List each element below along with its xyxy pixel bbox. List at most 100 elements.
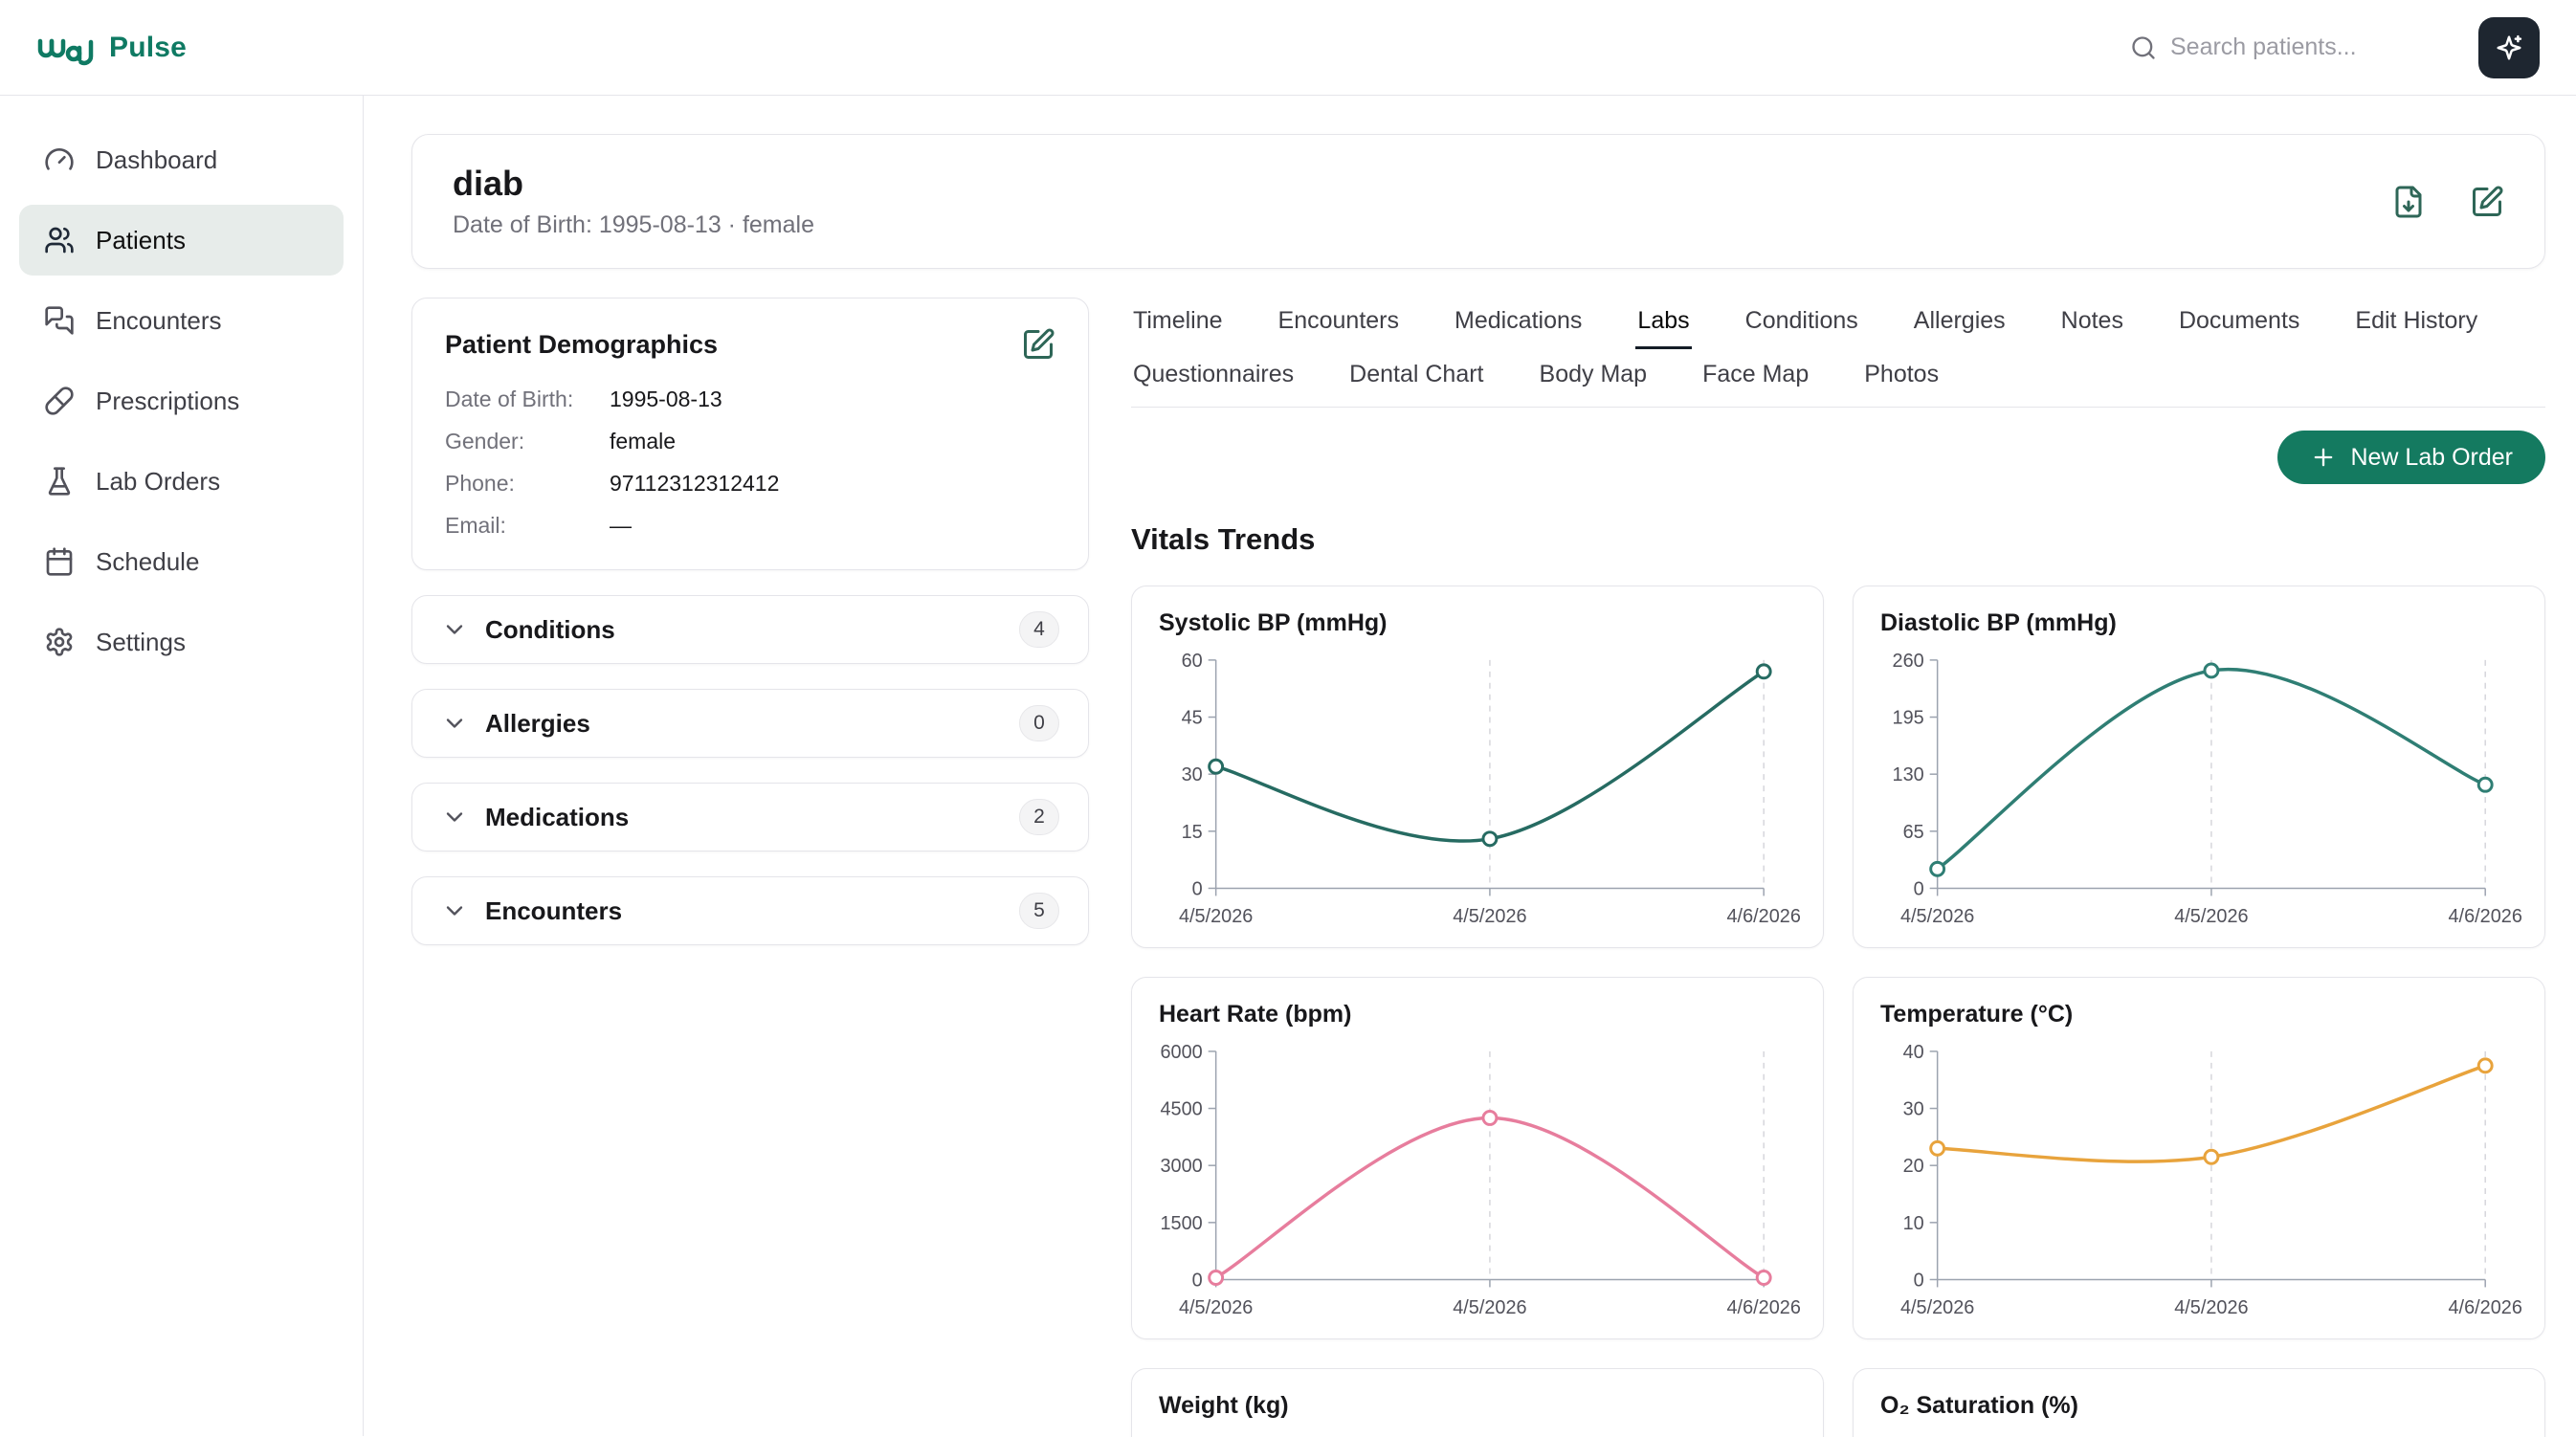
svg-text:130: 130 [1893, 764, 1924, 785]
gear-icon [44, 627, 75, 657]
vitals-chart-card: O₂ Saturation (%) [1853, 1368, 2545, 1437]
edit-patient-button[interactable] [2470, 185, 2504, 219]
sidebar-item-lab-orders[interactable]: Lab Orders [19, 446, 344, 517]
assistant-button[interactable] [2478, 17, 2540, 78]
sidebar-item-dashboard[interactable]: Dashboard [19, 124, 344, 195]
section-label: Medications [485, 803, 629, 832]
tab-labs[interactable]: Labs [1635, 298, 1691, 349]
field-value: 97112312312412 [610, 469, 779, 498]
svg-text:6000: 6000 [1161, 1042, 1203, 1063]
svg-text:0: 0 [1192, 878, 1203, 899]
svg-text:4/6/2026: 4/6/2026 [2449, 1297, 2522, 1318]
tab-medications[interactable]: Medications [1453, 298, 1584, 349]
tab-allergies[interactable]: Allergies [1912, 298, 2008, 349]
chart-title: Heart Rate (bpm) [1159, 1001, 1796, 1028]
pill-icon [44, 386, 75, 416]
tab-photos[interactable]: Photos [1862, 351, 1941, 403]
svg-text:4500: 4500 [1161, 1099, 1203, 1120]
svg-text:0: 0 [1914, 878, 1924, 899]
allergies-section-toggle[interactable]: Allergies 0 [411, 689, 1089, 758]
chart-title: O₂ Saturation (%) [1880, 1392, 2518, 1420]
svg-text:0: 0 [1192, 1271, 1203, 1292]
new-lab-order-button[interactable]: New Lab Order [2277, 431, 2545, 484]
new-lab-order-label: New Lab Order [2350, 444, 2513, 472]
patient-actions [2391, 185, 2504, 219]
tab-conditions[interactable]: Conditions [1743, 298, 1860, 349]
svg-text:4/6/2026: 4/6/2026 [1727, 906, 1801, 927]
chart-title: Temperature (°C) [1880, 1001, 2518, 1028]
tab-notes[interactable]: Notes [2059, 298, 2125, 349]
tab-questionnaires[interactable]: Questionnaires [1131, 351, 1296, 403]
chevron-down-icon [441, 804, 468, 830]
svg-text:45: 45 [1182, 708, 1203, 729]
sidebar-item-patients[interactable]: Patients [19, 205, 344, 276]
patient-identity: diab Date of Birth: 1995-08-13 · female [453, 164, 814, 239]
field-value: female [610, 427, 676, 456]
chevron-down-icon [441, 897, 468, 924]
left-column: Patient Demographics Date of Birth: 1995… [411, 298, 1089, 945]
sparkles-icon [2495, 33, 2523, 62]
svg-text:3000: 3000 [1161, 1156, 1203, 1177]
tab-encounters[interactable]: Encounters [1277, 298, 1401, 349]
vitals-chart-card: Systolic BP (mmHg)0153045604/5/20264/5/2… [1131, 586, 1824, 948]
sidebar-item-encounters[interactable]: Encounters [19, 285, 344, 356]
sidebar-item-label: Lab Orders [96, 467, 220, 497]
sidebar-item-prescriptions[interactable]: Prescriptions [19, 365, 344, 436]
svg-text:65: 65 [1903, 822, 1924, 843]
app-shell: Dashboard Patients Encounters Prescripti… [0, 96, 2576, 1436]
line-chart: 015003000450060004/5/20264/5/20264/6/202… [1159, 1036, 1796, 1321]
patient-subtitle: Date of Birth: 1995-08-13 · female [453, 211, 814, 239]
export-patient-button[interactable] [2391, 185, 2426, 219]
sidebar-item-settings[interactable]: Settings [19, 607, 344, 677]
demographics-header: Patient Demographics [445, 327, 1055, 362]
svg-text:4/5/2026: 4/5/2026 [1453, 1297, 1526, 1318]
encounters-section-toggle[interactable]: Encounters 5 [411, 876, 1089, 945]
vitals-trends-title: Vitals Trends [1131, 522, 2545, 557]
svg-text:4/5/2026: 4/5/2026 [2174, 906, 2248, 927]
sidebar-item-label: Settings [96, 628, 186, 657]
main-content: diab Date of Birth: 1995-08-13 · female [364, 96, 2576, 1436]
search-icon [2130, 34, 2157, 61]
demographics-card: Patient Demographics Date of Birth: 1995… [411, 298, 1089, 570]
field-label: Email: [445, 511, 610, 541]
sidebar-item-label: Dashboard [96, 145, 217, 175]
svg-text:4/6/2026: 4/6/2026 [1727, 1297, 1801, 1318]
search-input[interactable] [2170, 33, 2448, 61]
svg-text:40: 40 [1903, 1042, 1924, 1063]
line-chart: 0102030404/5/20264/5/20264/6/2026 [1880, 1036, 2518, 1321]
vitals-chart-card: Heart Rate (bpm) 0 1500 3000 4500 6000 4/5/202… [1131, 977, 1824, 1339]
sidebar-item-label: Encounters [96, 306, 222, 336]
sidebar-item-label: Patients [96, 226, 186, 255]
tab-body-map[interactable]: Body Map [1538, 351, 1650, 403]
demographics-row: Gender: female [445, 427, 1055, 456]
tab-face-map[interactable]: Face Map [1700, 351, 1810, 403]
medications-section-toggle[interactable]: Medications 2 [411, 783, 1089, 851]
conditions-section-toggle[interactable]: Conditions 4 [411, 595, 1089, 664]
field-label: Gender: [445, 427, 610, 456]
svg-text:15: 15 [1182, 822, 1203, 843]
line-chart [1159, 1427, 1796, 1437]
patient-tabs: Timeline Encounters Medications Labs Conditi… [1131, 298, 2545, 408]
patient-search[interactable] [2130, 33, 2448, 61]
edit-demographics-button[interactable] [1021, 327, 1055, 362]
edit-icon [2470, 185, 2504, 219]
field-label: Date of Birth: [445, 385, 610, 414]
demographics-row: Date of Birth: 1995-08-13 [445, 385, 1055, 414]
count-badge: 5 [1019, 893, 1059, 929]
chevron-down-icon [441, 616, 468, 643]
demographics-row: Phone: 97112312312412 [445, 469, 1055, 498]
svg-text:195: 195 [1893, 708, 1924, 729]
svg-text:10: 10 [1903, 1213, 1924, 1234]
tab-edit-history[interactable]: Edit History [2353, 298, 2479, 349]
edit-icon [1021, 327, 1055, 362]
tab-documents[interactable]: Documents [2177, 298, 2301, 349]
tab-timeline[interactable]: Timeline [1131, 298, 1225, 349]
sidebar-item-schedule[interactable]: Schedule [19, 526, 344, 597]
field-value: — [610, 511, 632, 541]
sidebar-item-label: Prescriptions [96, 387, 239, 416]
topbar-right [2130, 17, 2540, 78]
app-logo [36, 29, 98, 67]
svg-text:4/5/2026: 4/5/2026 [2174, 1297, 2248, 1318]
tab-dental-chart[interactable]: Dental Chart [1347, 351, 1485, 403]
svg-text:1500: 1500 [1161, 1213, 1203, 1234]
